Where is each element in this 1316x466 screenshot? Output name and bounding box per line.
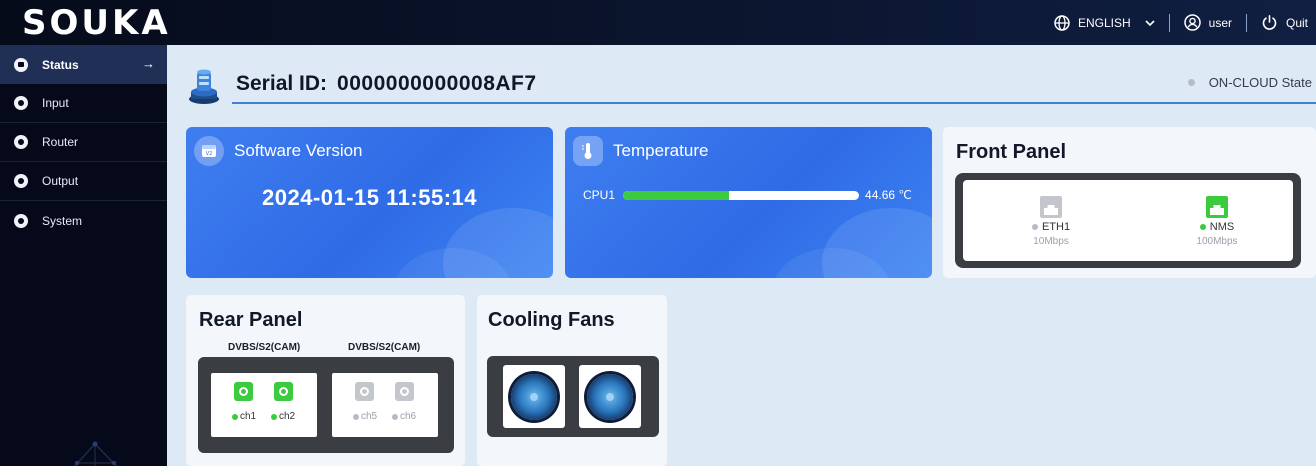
sidebar-item-label: System (42, 213, 83, 228)
sidebar: Status → Input Router Output System (0, 45, 167, 466)
cpu-temperature-value: 44.66 ℃ (865, 188, 912, 202)
front-panel-device: ETH1 10Mbps NMS 100Mbps (955, 173, 1301, 268)
divider (1168, 13, 1170, 32)
temperature-card: Temperature CPU1 44.66 ℃ (565, 127, 932, 278)
serial-id-value: 0000000000008AF7 (337, 72, 537, 95)
rear-panel-device: ch1 ch2 ch5 ch6 (198, 357, 454, 453)
divider (1245, 13, 1247, 32)
status-icon (14, 57, 28, 72)
cloud-state: ON-CLOUD State (1187, 75, 1312, 90)
sidebar-item-router[interactable]: Router (0, 123, 167, 162)
power-icon (1261, 14, 1278, 31)
front-panel-title: Front Panel (956, 141, 1067, 163)
network-decoration-icon (73, 441, 118, 466)
port-speed: 10Mbps (1033, 236, 1069, 247)
channel-indicator-icon (274, 382, 293, 401)
router-icon (14, 135, 28, 149)
front-panel-face: ETH1 10Mbps NMS 100Mbps (963, 180, 1293, 261)
rear-module-label: DVBS/S2(CAM) (228, 342, 301, 353)
cloud-state-indicator (1187, 79, 1195, 86)
channel-label: ch2 (279, 411, 296, 422)
channel-label: ch6 (400, 411, 417, 422)
cloud-state-label: ON-CLOUD State (1208, 75, 1312, 90)
cpu-temperature-bar (623, 190, 860, 200)
status-dot (353, 413, 359, 420)
user-icon (1183, 14, 1201, 31)
sidebar-item-label: Status (42, 57, 79, 72)
user-menu[interactable]: user (1183, 14, 1232, 31)
port-eth1: ETH1 10Mbps (1011, 196, 1091, 247)
header-divider (232, 102, 1316, 104)
quit-label: Quit (1285, 15, 1308, 30)
cpu-temperature-fill (623, 190, 730, 200)
brand-logo: SOUKA (22, 3, 171, 43)
arrow-right-icon: → (142, 56, 155, 71)
software-version-title: Software Version (234, 141, 363, 160)
sidebar-item-status[interactable]: Status → (0, 45, 167, 84)
sidebar-item-label: Output (42, 174, 79, 188)
channel-indicator-icon (234, 382, 253, 401)
channel-indicator-icon (355, 382, 374, 401)
software-icon: V2 (194, 136, 224, 166)
status-dot (392, 413, 398, 420)
rear-panel-card: Rear Panel DVBS/S2(CAM) DVBS/S2(CAM) ch1… (186, 295, 465, 466)
language-selector[interactable]: ENGLISH (1054, 14, 1155, 31)
rear-module-label: DVBS/S2(CAM) (348, 342, 421, 353)
rear-panel-title: Rear Panel (199, 309, 303, 331)
status-dot (1031, 224, 1038, 230)
top-bar-actions: ENGLISH user Quit (1054, 0, 1308, 45)
fan-icon (579, 365, 641, 428)
port-name: NMS (1209, 221, 1235, 233)
channel-label: ch5 (361, 411, 378, 422)
input-icon (14, 96, 28, 110)
port-nms: NMS 100Mbps (1177, 196, 1257, 247)
status-dot (1199, 224, 1206, 230)
software-version-date: 2024-01-15 11:55:14 (262, 185, 477, 210)
front-panel-card: Front Panel ETH1 10Mbps NMS 100Mbps (943, 127, 1316, 278)
sidebar-item-label: Router (42, 135, 79, 149)
sidebar-item-output[interactable]: Output (0, 162, 167, 201)
rear-module: ch1 ch2 (211, 373, 317, 437)
cpu-temperature-row: CPU1 44.66 ℃ (583, 188, 912, 202)
globe-icon (1054, 14, 1070, 31)
ethernet-port-icon (1206, 196, 1228, 218)
sidebar-item-input[interactable]: Input (0, 84, 167, 123)
sidebar-item-system[interactable]: System (0, 201, 167, 240)
chevron-down-icon (1145, 19, 1155, 27)
status-dot (232, 413, 238, 420)
thermometer-icon (573, 136, 603, 166)
ethernet-port-icon (1040, 196, 1062, 218)
cooling-fans-card: Cooling Fans (477, 295, 667, 466)
device-header: Serial ID: 0000000000008AF7 ON-CLOUD Stat… (186, 62, 1316, 106)
user-label: user (1208, 15, 1232, 30)
port-speed: 100Mbps (1196, 236, 1238, 247)
cooling-fans-device (487, 356, 659, 437)
cpu-sensor-label: CPU1 (583, 188, 616, 202)
status-dot (271, 413, 277, 420)
sidebar-item-label: Input (42, 96, 69, 110)
cooling-fans-title: Cooling Fans (488, 309, 615, 331)
software-version-card: V2 Software Version 2024-01-15 11:55:14 (186, 127, 553, 278)
serial-id-label: Serial ID: (236, 72, 328, 95)
language-label: ENGLISH (1077, 15, 1131, 30)
temperature-title: Temperature (613, 141, 709, 160)
svg-text:V2: V2 (206, 151, 213, 157)
top-bar: SOUKA ENGLISH user Quit (0, 0, 1316, 45)
output-icon (14, 174, 28, 188)
system-icon (14, 213, 28, 228)
fan-icon (503, 365, 565, 428)
channel-label: ch1 (240, 411, 257, 422)
port-name: ETH1 (1041, 221, 1071, 233)
device-icon (189, 69, 219, 104)
serial-id: Serial ID: 0000000000008AF7 (236, 72, 537, 96)
channel-indicator-icon (395, 382, 414, 401)
quit-button[interactable]: Quit (1261, 14, 1308, 31)
rear-module: ch5 ch6 (332, 373, 438, 437)
